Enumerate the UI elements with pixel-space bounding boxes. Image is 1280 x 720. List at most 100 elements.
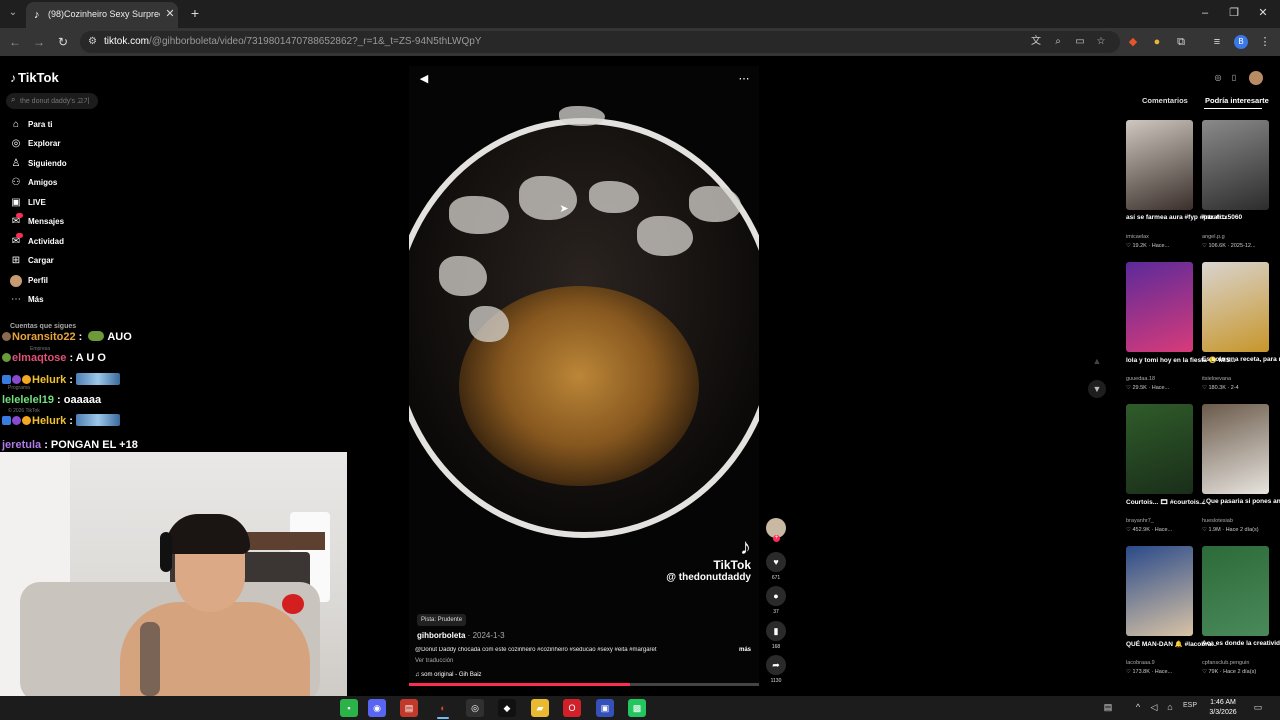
volume-icon[interactable]: ◁: [1148, 701, 1160, 713]
heart-icon: ♥: [773, 557, 779, 567]
browser-menu-icon[interactable]: ⋮: [1258, 35, 1272, 49]
sidebar-item-actividad[interactable]: ✉ Actividad: [10, 233, 110, 251]
related-video-thumbnail[interactable]: [1202, 262, 1269, 352]
capcut-icon[interactable]: ◆: [498, 699, 516, 717]
browser-tab[interactable]: ♪ (98)Cozinheiro Sexy Surpreende ✕: [26, 2, 178, 28]
close-tab-icon[interactable]: ✕: [164, 8, 176, 20]
profile-avatar[interactable]: B: [1234, 35, 1248, 49]
new-tab-button[interactable]: +: [188, 6, 202, 20]
bookmark-star-icon[interactable]: ☆: [1095, 36, 1107, 48]
comment-button[interactable]: ●: [766, 586, 786, 606]
sidebar-item-label: Perfil: [28, 276, 49, 285]
related-video-thumbnail[interactable]: [1202, 404, 1269, 494]
app-green-icon[interactable]: ▪: [340, 699, 358, 717]
sidebar-item-live[interactable]: ▣ LIVE: [10, 196, 110, 212]
sidebar-item-mas[interactable]: ⋯ Más: [10, 293, 110, 309]
extension-fox-icon[interactable]: ◆: [1126, 35, 1140, 49]
video-player[interactable]: ◀ ⋯ ➤ ♪ TikTok @ thedonutdaddy Pista: Pr…: [409, 66, 759, 686]
related-video-user[interactable]: hueslotesiab: [1202, 518, 1233, 524]
previous-video-arrow-icon[interactable]: ▲: [1088, 352, 1106, 370]
related-video-title[interactable]: #rtx #rtx5060: [1202, 214, 1242, 221]
related-video-meta: ♡ 106.6K · 2025-12...: [1202, 243, 1256, 249]
tab-search-icon[interactable]: ⌄: [6, 6, 20, 20]
video-progress-bar[interactable]: [409, 683, 759, 686]
video-author[interactable]: gihborboleta · 2024-1-3: [417, 631, 505, 640]
related-video-user[interactable]: itsieloevana: [1202, 376, 1231, 382]
share-button[interactable]: ➦: [766, 655, 786, 675]
zoom-icon[interactable]: ⌕: [1052, 36, 1064, 48]
see-translation-link[interactable]: Ver traducción: [415, 658, 453, 664]
tab-comments[interactable]: Comentarios: [1142, 96, 1188, 105]
back-button[interactable]: ←: [8, 35, 22, 49]
news-icon[interactable]: ▤: [400, 699, 418, 717]
tray-expand-icon[interactable]: ^: [1132, 701, 1144, 713]
related-video-title[interactable]: Es solo una receta, para nada va con...: [1202, 356, 1280, 363]
save-button[interactable]: ▮: [766, 621, 786, 641]
reload-button[interactable]: ↻: [56, 35, 70, 49]
related-video-user[interactable]: brayanhr7_: [1126, 518, 1154, 524]
language-indicator[interactable]: ESP: [1183, 702, 1197, 709]
related-video-title[interactable]: Aca es donde la creatividad vuela...: [1202, 640, 1280, 647]
fullscreen-icon[interactable]: ▯: [1228, 72, 1240, 84]
related-video-thumbnail[interactable]: [1126, 546, 1193, 636]
video-sound[interactable]: ♫ som original - Gih Baiz: [415, 672, 482, 678]
follow-plus-icon[interactable]: +: [773, 535, 780, 542]
tab-related-videos[interactable]: Podría interesarte: [1205, 96, 1269, 105]
video-tag[interactable]: Pista: Prudente: [417, 614, 467, 626]
widgets-icon[interactable]: ▤: [1102, 701, 1114, 713]
editor-icon[interactable]: ▣: [596, 699, 614, 717]
files-icon[interactable]: ▰: [531, 699, 549, 717]
address-bar[interactable]: ⚙ tiktok.com/@gihborboleta/video/7319801…: [80, 31, 1120, 53]
chrome-icon[interactable]: ◐: [434, 699, 452, 717]
notifications-icon[interactable]: ▭: [1252, 701, 1264, 713]
search-input[interactable]: [20, 95, 94, 107]
translate-icon[interactable]: 文: [1030, 36, 1042, 48]
related-video-thumbnail[interactable]: [1202, 546, 1269, 636]
minimize-button[interactable]: –: [1198, 6, 1212, 20]
related-video-title[interactable]: Courtois... 🎞 #courtois...: [1126, 498, 1205, 506]
system-clock[interactable]: 1:46 AM 3/3/2026: [1206, 698, 1240, 718]
related-video-thumbnail[interactable]: [1126, 120, 1193, 210]
user-avatar[interactable]: [1249, 71, 1263, 85]
restore-button[interactable]: ❐: [1227, 6, 1241, 20]
sidebar-item-siguiendo[interactable]: ♙ Siguiendo: [10, 157, 110, 173]
forward-button[interactable]: →: [32, 35, 46, 49]
site-info-icon[interactable]: ⚙: [88, 36, 100, 48]
sidebar-item-label: Para ti: [28, 120, 53, 129]
discord-icon[interactable]: ◉: [368, 699, 386, 717]
sidebar-item-perfil[interactable]: Perfil: [10, 274, 110, 290]
video-more-icon[interactable]: ⋯: [737, 72, 751, 86]
pip-icon[interactable]: ◎: [1212, 72, 1224, 84]
extensions-icon[interactable]: ⧉: [1174, 35, 1188, 49]
caption-more-link[interactable]: más: [739, 647, 751, 653]
related-video-title[interactable]: ¿Que pasaria si pones anuel en l...: [1202, 498, 1280, 505]
obs-icon[interactable]: ◎: [466, 699, 484, 717]
network-icon[interactable]: ⌂: [1164, 701, 1176, 713]
related-video-user[interactable]: lacobraaa.9: [1126, 660, 1155, 666]
extension-color-icon[interactable]: ●: [1150, 35, 1164, 49]
mute-icon[interactable]: ◀: [417, 72, 431, 86]
related-video-user[interactable]: guuedaa.18: [1126, 376, 1155, 382]
reading-list-icon[interactable]: ≡: [1210, 35, 1224, 49]
sidebar-item-explorar[interactable]: ◎ Explorar: [10, 137, 110, 153]
sidebar-item-mensajes[interactable]: ✉ Mensajes: [10, 213, 110, 231]
tiktok-logo[interactable]: ♪ TikTok: [10, 70, 59, 86]
cast-icon[interactable]: ▭: [1074, 36, 1086, 48]
game-icon[interactable]: ▩: [628, 699, 646, 717]
sidebar-item-cargar[interactable]: ⊞ Cargar: [10, 254, 110, 270]
related-video-thumbnail[interactable]: [1126, 404, 1193, 494]
sidebar-item-label: Mensajes: [28, 217, 65, 226]
related-video-thumbnail[interactable]: [1126, 262, 1193, 352]
sidebar-item-para-ti[interactable]: ⌂ Para ti: [10, 118, 110, 134]
related-video-user[interactable]: imicaelax: [1126, 234, 1149, 240]
related-video-user[interactable]: cpfansclub.penguin: [1202, 660, 1249, 666]
related-video-thumbnail[interactable]: [1202, 120, 1269, 210]
search-box[interactable]: ⌕: [6, 93, 98, 109]
next-video-arrow-icon[interactable]: ▼: [1088, 380, 1106, 398]
like-button[interactable]: ♥: [766, 552, 786, 572]
opera-icon[interactable]: O: [563, 699, 581, 717]
sidebar-item-amigos[interactable]: ⚇ Amigos: [10, 176, 110, 192]
sidebar-item-label: Amigos: [28, 178, 58, 187]
related-video-user[interactable]: angel.p.g: [1202, 234, 1225, 240]
close-window-button[interactable]: ✕: [1256, 6, 1270, 20]
